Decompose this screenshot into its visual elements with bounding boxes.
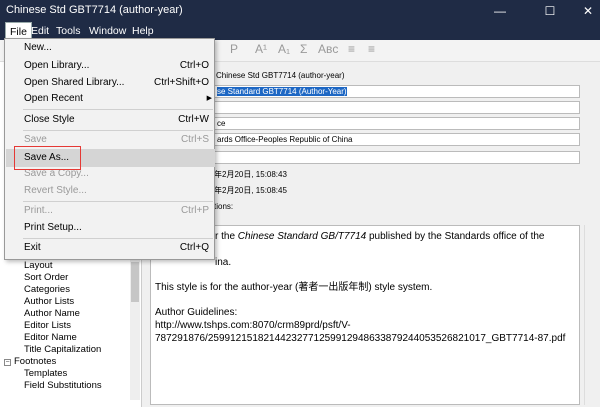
- close-button[interactable]: ✕: [568, 0, 600, 22]
- tree-item-sort-order[interactable]: Sort Order: [24, 272, 68, 283]
- full-name-field[interactable]: se Standard GBT7714 (Author-Year): [212, 85, 580, 98]
- guidelines-url-1: http://www.tshps.com:8070/crm89prd/psft/…: [155, 320, 351, 331]
- tree-item-editor-name[interactable]: Editor Name: [24, 332, 77, 343]
- plain-text-button[interactable]: P: [230, 42, 238, 56]
- align-center-icon[interactable]: ≡: [368, 42, 375, 56]
- description-line1: r the Chinese Standard GB/T7714 publishe…: [155, 231, 545, 255]
- comments-scrollbar[interactable]: [584, 225, 596, 405]
- menu-item-new[interactable]: New...: [6, 39, 215, 57]
- menu-item-open-recent[interactable]: Open Recent ▶: [6, 90, 215, 108]
- maximize-button[interactable]: ☐: [530, 0, 570, 22]
- minimize-button[interactable]: —: [480, 0, 520, 22]
- guidelines-label: Author Guidelines:: [155, 307, 238, 318]
- style-name-text: Chinese Std GBT7714 (author-year): [216, 71, 345, 80]
- symbol-button[interactable]: Σ: [300, 42, 307, 56]
- modified-date: 年2月20日, 15:08:45: [214, 186, 287, 195]
- title-bar: Chinese Std GBT7714 (author-year) — ☐ ✕: [0, 0, 600, 22]
- tree-item-author-lists[interactable]: Author Lists: [24, 296, 74, 307]
- align-left-icon[interactable]: ≡: [348, 42, 355, 56]
- file-menu-dropdown: New... Open Library... Ctrl+O Open Shared…: [4, 38, 215, 260]
- menu-item-close-style[interactable]: Close Style Ctrl+W: [6, 111, 215, 129]
- url-field[interactable]: [212, 151, 580, 164]
- tree-item-field-substitutions[interactable]: Field Substitutions: [24, 380, 102, 391]
- tree-item-title-capitalization[interactable]: Title Capitalization: [24, 344, 101, 355]
- superscript-button[interactable]: A¹: [255, 42, 267, 56]
- small-caps-button[interactable]: Aʙᴄ: [318, 42, 338, 56]
- menu-item-print-setup[interactable]: Print Setup...: [6, 219, 215, 237]
- category-field[interactable]: ce: [212, 117, 580, 130]
- description-system: This style is for the author-year (著者一出版…: [155, 282, 433, 293]
- window-title: Chinese Std GBT7714 (author-year): [6, 4, 183, 16]
- submenu-arrow-icon: ▶: [206, 95, 212, 102]
- guidelines-url-2: 787291876/259912151821442327712599129486…: [155, 333, 566, 344]
- tree-scrollbar-thumb[interactable]: [131, 262, 139, 302]
- tree-item-categories[interactable]: Categories: [24, 284, 70, 295]
- menu-item-print[interactable]: Print... Ctrl+P: [6, 202, 215, 220]
- menu-item-open-library[interactable]: Open Library... Ctrl+O: [6, 57, 215, 75]
- tree-item-footnotes[interactable]: Footnotes: [14, 356, 56, 367]
- full-name-value: se Standard GBT7714 (Author-Year): [217, 87, 347, 96]
- tree-item-layout[interactable]: Layout: [24, 260, 53, 271]
- tree-item-author-name[interactable]: Author Name: [24, 308, 80, 319]
- short-name-field[interactable]: [212, 101, 580, 114]
- subscript-button[interactable]: A₁: [278, 42, 290, 56]
- menu-item-exit[interactable]: Exit Ctrl+Q: [6, 239, 215, 257]
- tree-item-templates[interactable]: Templates: [24, 368, 67, 379]
- save-as-highlight-box: [14, 146, 81, 170]
- collapse-icon[interactable]: −: [4, 359, 11, 366]
- description-line2: ina.: [215, 257, 232, 268]
- menu-separator: [23, 109, 213, 110]
- tree-item-editor-lists[interactable]: Editor Lists: [24, 320, 71, 331]
- publisher-field[interactable]: ards Office-Peoples Republic of China: [212, 133, 580, 146]
- comments-label: tions:: [214, 202, 234, 211]
- tree-scrollbar[interactable]: [130, 240, 140, 400]
- created-date: 年2月20日, 15:08:43: [214, 170, 287, 179]
- style-info-panel: Chinese Std GBT7714 (author-year) se Sta…: [148, 62, 600, 407]
- menu-item-revert-style[interactable]: Revert Style...: [6, 182, 215, 200]
